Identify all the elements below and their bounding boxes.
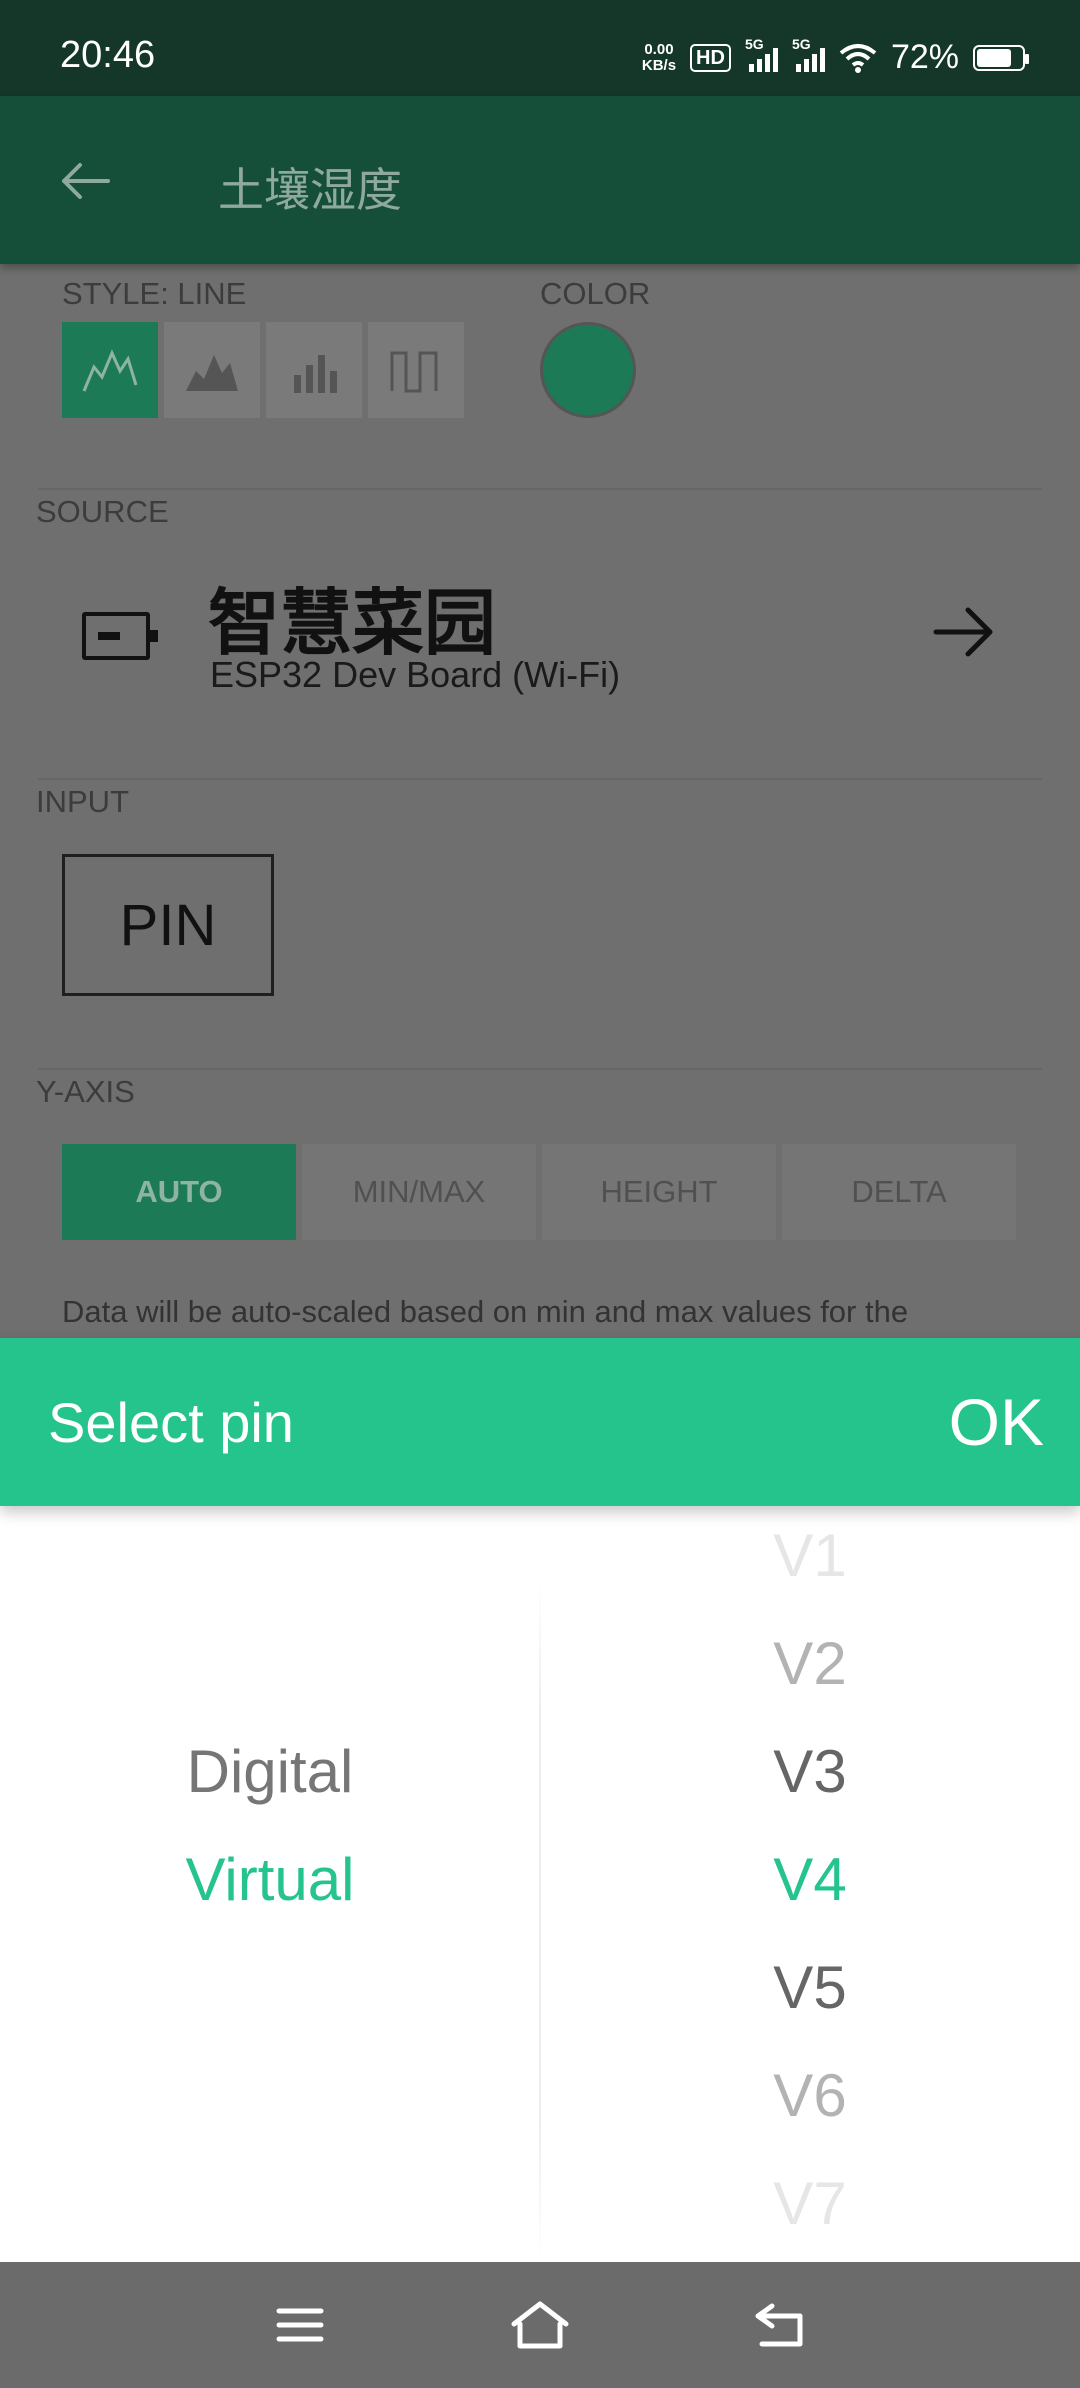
source-label: SOURCE: [36, 494, 169, 529]
signal-5g-icon: 5G: [792, 36, 825, 72]
battery-icon: [973, 44, 1029, 71]
y-axis-delta-button[interactable]: DELTA: [782, 1144, 1016, 1240]
ok-button[interactable]: OK: [949, 1384, 1044, 1460]
signal-5g-icon: 5G: [745, 36, 778, 72]
app-bar: 土壤湿度: [0, 96, 1080, 264]
input-label: INPUT: [36, 784, 129, 819]
line-chart-icon: [82, 349, 138, 392]
home-button[interactable]: [505, 2292, 575, 2358]
select-pin-header: Select pin OK: [0, 1338, 1080, 1506]
pin-option-v6[interactable]: V6: [540, 2061, 1080, 2130]
pin-option-v7[interactable]: V7: [540, 2169, 1080, 2238]
style-area-button[interactable]: [164, 322, 260, 418]
y-axis-hint: Data will be auto-scaled based on min an…: [62, 1294, 909, 1329]
pin-picker[interactable]: Digital Virtual V1 V2 V3 V4 V5 V6 V7: [0, 1506, 1080, 2262]
color-label: COLOR: [540, 276, 651, 311]
arrow-right-icon[interactable]: [930, 602, 1000, 662]
pin-type-virtual[interactable]: Virtual: [0, 1845, 540, 1914]
back-icon: [755, 2303, 803, 2347]
style-step-button[interactable]: [368, 322, 464, 418]
system-nav-bar: [0, 2262, 1080, 2388]
network-speed: 0.00 KB/s: [641, 40, 677, 74]
y-axis-minmax-button[interactable]: MIN/MAX: [302, 1144, 536, 1240]
wifi-icon: [839, 43, 877, 73]
widget-settings: STYLE: LINE COLOR SOURCE 智慧菜园 ESP32 Dev …: [0, 264, 1080, 1338]
area-chart-icon: [186, 355, 238, 391]
style-line-button[interactable]: [62, 322, 158, 418]
divider: [38, 1068, 1042, 1070]
menu-button[interactable]: [265, 2292, 335, 2358]
home-icon: [511, 2301, 569, 2349]
page-title: 土壤湿度: [218, 164, 402, 216]
style-bar-button[interactable]: [266, 322, 362, 418]
style-label: STYLE: LINE: [62, 276, 247, 311]
y-axis-height-button[interactable]: HEIGHT: [542, 1144, 776, 1240]
pin-option-v2[interactable]: V2: [540, 1629, 1080, 1698]
dialog-title: Select pin: [48, 1391, 294, 1454]
system-back-button[interactable]: [745, 2292, 815, 2358]
bar-chart-icon: [294, 355, 337, 393]
device-board-icon: [82, 612, 158, 660]
device-model: ESP32 Dev Board (Wi-Fi): [210, 654, 621, 695]
battery-percent: 72%: [890, 38, 959, 76]
status-bar: 20:46 0.00 KB/s HD 5G 5G 72%: [0, 0, 1080, 96]
status-time: 20:46: [60, 34, 156, 76]
y-axis-auto-button[interactable]: AUTO: [62, 1144, 296, 1240]
pin-option-v5[interactable]: V5: [540, 1953, 1080, 2022]
pin-option-v3[interactable]: V3: [540, 1737, 1080, 1806]
step-chart-icon: [390, 351, 438, 393]
hd-icon: HD: [690, 43, 731, 72]
y-axis-label: Y-AXIS: [36, 1074, 135, 1109]
divider: [38, 778, 1042, 780]
color-swatch[interactable]: [540, 322, 636, 418]
back-button[interactable]: [40, 136, 130, 226]
arrow-left-icon: [62, 163, 110, 199]
menu-icon: [276, 2308, 324, 2342]
pin-option-v4[interactable]: V4: [540, 1845, 1080, 1914]
pin-option-v1[interactable]: V1: [540, 1521, 1080, 1590]
pin-type-digital[interactable]: Digital: [0, 1737, 540, 1806]
pin-button[interactable]: PIN: [62, 854, 274, 996]
status-icons: 0.00 KB/s HD 5G 5G 72%: [641, 36, 1029, 77]
divider: [38, 488, 1042, 490]
